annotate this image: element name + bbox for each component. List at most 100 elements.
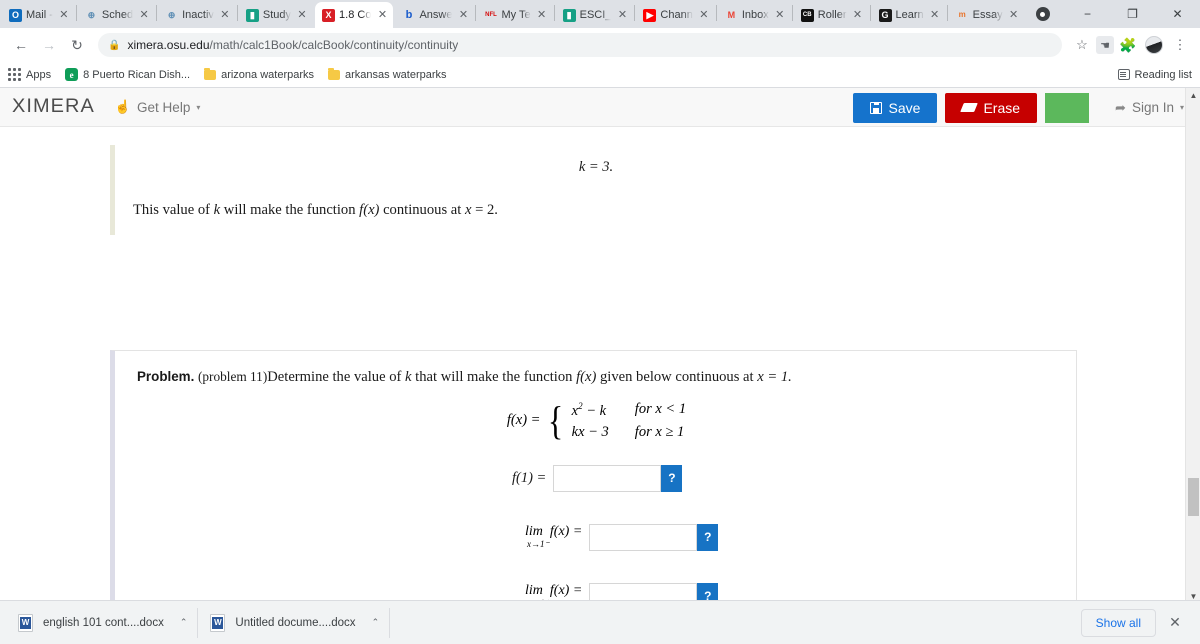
browser-tab-chann[interactable]: ▶ Chann ✕ xyxy=(636,2,714,28)
rollercoaster-icon: CB xyxy=(800,8,814,22)
show-all-downloads-button[interactable]: Show all xyxy=(1080,608,1156,637)
tab-label: Learn xyxy=(895,9,924,21)
chevron-up-icon[interactable]: ⌃ xyxy=(372,617,380,628)
reading-list-button[interactable]: Reading list xyxy=(1117,69,1192,81)
minimize-button[interactable]: − xyxy=(1065,0,1110,28)
tab-separator xyxy=(634,5,636,21)
web-page: XIMERA ☝ Get Help ▾ Save Erase ➦ Sign In… xyxy=(0,88,1200,604)
forward-icon[interactable]: → xyxy=(36,32,62,58)
reading-list-icon xyxy=(1117,69,1130,80)
browser-tab-1-8-co[interactable]: X 1.8 Co ✕ xyxy=(315,2,394,28)
gmail-icon: M xyxy=(727,9,736,20)
text-fragment: continuous at xyxy=(379,202,465,218)
tab-close-icon[interactable]: ✕ xyxy=(697,9,711,21)
chrome-menu-icon[interactable]: ⋮ xyxy=(1168,33,1192,57)
sign-in-button[interactable]: ➦ Sign In ▾ xyxy=(1089,100,1200,116)
globe-icon: ⊕ xyxy=(167,9,176,20)
tab-close-icon[interactable]: ✕ xyxy=(57,9,71,21)
word-doc-icon xyxy=(18,613,33,632)
bookmark-arkansas-waterparks[interactable]: arkansas waterparks xyxy=(328,67,447,81)
get-help-menu[interactable]: ☝ Get Help ▾ xyxy=(115,99,200,115)
scroll-up-arrow-icon[interactable]: ▲ xyxy=(1186,88,1200,103)
piecewise-expr: kx − 3 xyxy=(571,423,609,440)
profile-indicator-icon[interactable] xyxy=(1020,0,1065,28)
page-scrollbar[interactable]: ▲ ▼ xyxy=(1185,88,1200,604)
tab-label: Study xyxy=(262,9,292,21)
window-controls: − ❐ ✕ xyxy=(1020,0,1200,28)
browser-tab-essay[interactable]: m Essay ✕ xyxy=(949,2,1025,28)
apps-grid-icon xyxy=(8,68,21,81)
browser-tab-my-te[interactable]: NFL My Te ✕ xyxy=(477,2,552,28)
bookmark-label: arizona waterparks xyxy=(221,68,315,81)
erase-label: Erase xyxy=(983,99,1021,116)
ximera-header: XIMERA ☝ Get Help ▾ Save Erase ➦ Sign In… xyxy=(0,88,1200,127)
url-text: ximera.osu.edu/math/calc1Book/calcBook/c… xyxy=(127,38,459,52)
tab-close-icon[interactable]: ✕ xyxy=(1007,9,1021,21)
tab-close-icon[interactable]: ✕ xyxy=(773,9,787,21)
profile-avatar[interactable] xyxy=(1142,33,1166,57)
browser-tab-learn[interactable]: G Learn ✕ xyxy=(872,2,946,28)
close-window-button[interactable]: ✕ xyxy=(1155,0,1200,28)
bookmark-apps[interactable]: Apps xyxy=(8,68,51,81)
browser-tab-roller[interactable]: CB Roller ✕ xyxy=(794,2,869,28)
bookmark-puerto-rican-dishes[interactable]: e 8 Puerto Rican Dish... xyxy=(65,68,190,81)
text-fragment: x = 1. xyxy=(757,369,792,385)
ximera-logo[interactable]: XIMERA xyxy=(12,96,95,118)
previous-result-paragraph: This value of k will make the function f… xyxy=(115,200,1077,222)
save-button[interactable]: Save xyxy=(852,92,938,123)
browser-tab-sched[interactable]: ⊕ Sched ✕ xyxy=(78,2,155,28)
answer-input-f1[interactable] xyxy=(553,464,662,492)
save-label: Save xyxy=(888,99,921,116)
book-icon: ▮ xyxy=(562,8,576,22)
answer-row-f1: f(1) = ? xyxy=(137,464,1056,492)
close-downloads-bar-icon[interactable]: ✕ xyxy=(1164,614,1186,631)
tab-close-icon[interactable]: ✕ xyxy=(615,9,629,21)
tab-label: Chann xyxy=(660,9,693,21)
tab-separator xyxy=(869,5,871,21)
bookmark-label: Apps xyxy=(26,68,52,81)
tab-label: Answe xyxy=(419,9,453,21)
tab-separator xyxy=(553,5,555,21)
extension-puzzle-icon[interactable]: 🧩 xyxy=(1116,33,1140,57)
hint-button-left-limit[interactable]: ? xyxy=(697,523,719,551)
browser-tab-answe[interactable]: b Answe ✕ xyxy=(395,2,474,28)
tab-close-icon[interactable]: ✕ xyxy=(851,9,865,21)
browser-tab-esci[interactable]: ▮ ESCI_ ✕ xyxy=(556,2,634,28)
hint-button-f1[interactable]: ? xyxy=(661,464,683,492)
tab-close-icon[interactable]: ✕ xyxy=(295,9,309,21)
reload-icon[interactable]: ↻ xyxy=(64,32,90,58)
download-item-english-101[interactable]: english 101 cont....docx ⌃ xyxy=(6,607,199,638)
scrollbar-thumb[interactable] xyxy=(1188,478,1199,516)
tab-strip: O Mail - ✕ ⊕ Sched ✕ ⊕ Inactiv ✕ ▮ Study ✕ X 1.8 Co ✕ b… xyxy=(0,0,1200,28)
browser-tab-study[interactable]: ▮ Study ✕ xyxy=(239,2,313,28)
tab-close-icon[interactable]: ✕ xyxy=(375,9,389,21)
text-fragment: that will make the function xyxy=(411,369,577,385)
erase-button[interactable]: Erase xyxy=(945,92,1038,123)
piecewise-rows: x2 − k for x < 1 kx − 3 for x ≥ 1 xyxy=(572,401,686,441)
tab-label: Inbox xyxy=(741,9,769,21)
download-item-untitled-document[interactable]: Untitled docume....docx ⌃ xyxy=(198,607,391,638)
chevron-up-icon[interactable]: ⌃ xyxy=(180,617,188,628)
maximize-button[interactable]: ❐ xyxy=(1110,0,1155,28)
left-brace-icon: { xyxy=(548,397,564,443)
browser-tab-inbox[interactable]: M Inbox ✕ xyxy=(718,2,791,28)
tab-close-icon[interactable]: ✕ xyxy=(137,9,151,21)
tab-close-icon[interactable]: ✕ xyxy=(218,9,232,21)
bookmark-star-icon[interactable]: ☆ xyxy=(1070,33,1094,57)
tab-close-icon[interactable]: ✕ xyxy=(456,9,470,21)
tab-close-icon[interactable]: ✕ xyxy=(928,9,942,21)
tab-close-icon[interactable]: ✕ xyxy=(535,9,549,21)
back-icon[interactable]: ← xyxy=(8,32,34,58)
address-bar[interactable]: 🔒 ximera.osu.edu/math/calc1Book/calcBook… xyxy=(98,33,1062,57)
browser-tab-inactiv[interactable]: ⊕ Inactiv ✕ xyxy=(158,2,236,28)
bookmarks-bar: Apps e 8 Puerto Rican Dish... arizona wa… xyxy=(0,62,1200,88)
extension-badge-icon[interactable]: ☚ xyxy=(1096,36,1114,54)
text-fragment: f(x) xyxy=(359,202,380,218)
answer-input-left-limit[interactable] xyxy=(589,523,698,551)
browser-tab-mail[interactable]: O Mail - ✕ xyxy=(2,2,75,28)
download-filename: Untitled docume....docx xyxy=(235,616,356,629)
bookmark-arizona-waterparks[interactable]: arizona waterparks xyxy=(204,67,315,81)
globe-icon: ⊕ xyxy=(87,9,96,20)
sign-in-label: Sign In xyxy=(1131,100,1174,115)
piecewise-cond: for x < 1 xyxy=(634,400,687,417)
